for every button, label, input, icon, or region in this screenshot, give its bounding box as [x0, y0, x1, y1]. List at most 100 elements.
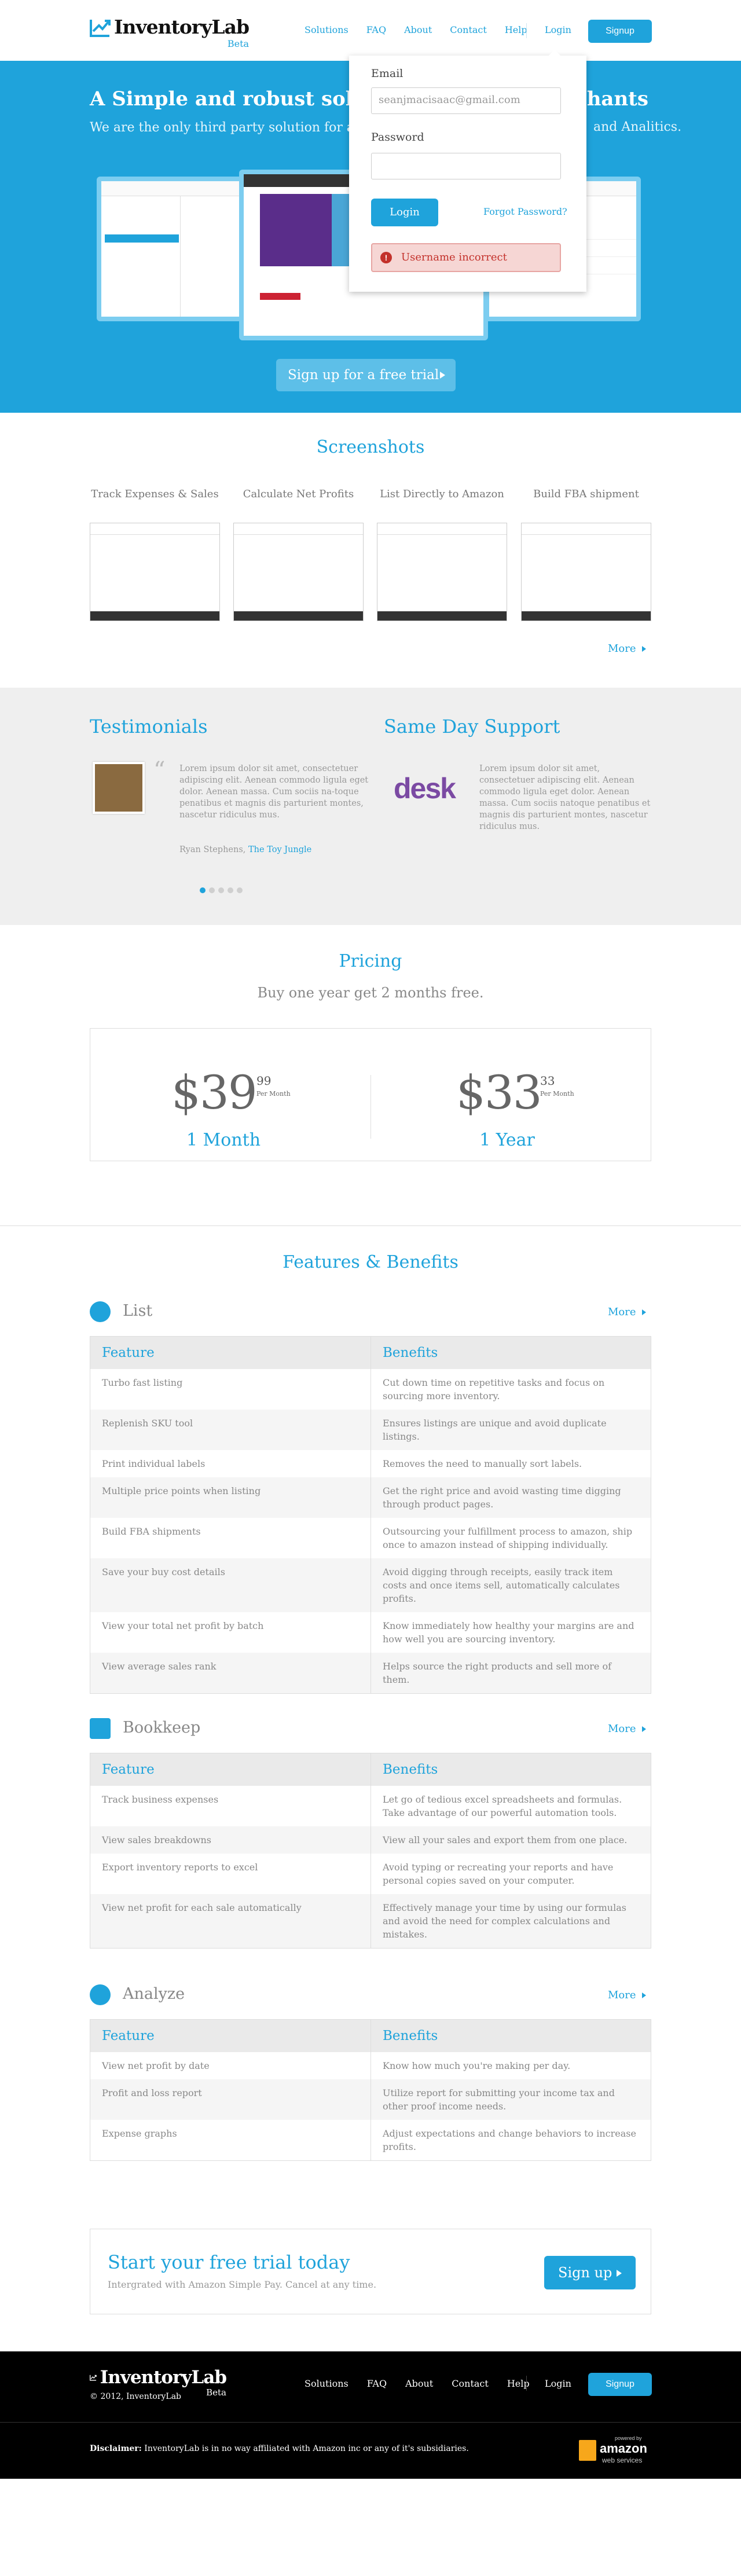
feature-cell: View sales breakdowns	[90, 1826, 371, 1854]
table-row: Export inventory reports to excel Avoid t…	[90, 1853, 651, 1894]
carousel-dot[interactable]	[218, 887, 224, 893]
pricing-box: $39 99 Per Month 1 Month $33 33 Per Mont…	[90, 1028, 651, 1161]
section-title-bookkeep: Bookkeep	[123, 1719, 201, 1737]
col-benefit: Benefits	[370, 2019, 651, 2052]
benefit-cell: Utilize report for submitting your incom…	[370, 2079, 651, 2120]
carousel-dot[interactable]	[200, 887, 206, 893]
bookkeep-feature-table: Feature Benefits Track business expenses L…	[90, 1753, 651, 1948]
aws-badge[interactable]: powered by amazon web services	[579, 2435, 652, 2465]
trial-signup-button[interactable]: Sign up	[544, 2256, 636, 2289]
analyze-more-link[interactable]: More	[608, 1989, 646, 2001]
list-feature-table: Feature Benefits Turbo fast listing Cut do…	[90, 1336, 651, 1694]
footer-nav-faq[interactable]: FAQ	[367, 2378, 387, 2389]
password-label: Password	[371, 131, 424, 144]
pricing-title: Pricing	[339, 951, 402, 971]
testimonials-section: Testimonials “ Lorem ipsum dolor sit ame…	[0, 688, 741, 925]
free-trial-box: Start your free trial today Intergrated …	[90, 2229, 651, 2314]
logo[interactable]: InventoryLab Beta	[90, 16, 250, 49]
login-link[interactable]: Login	[545, 24, 571, 35]
screenshot-thumbnail[interactable]	[90, 523, 220, 621]
forgot-password-link[interactable]: Forgot Password?	[483, 206, 567, 217]
password-field[interactable]	[371, 153, 561, 179]
dropdown-arrow	[549, 50, 560, 56]
disclaimer-label: Disclaimer:	[90, 2444, 142, 2453]
section-title-analyze: Analyze	[123, 1985, 185, 2003]
benefit-cell: Outsourcing your fulfillment process to …	[383, 1525, 633, 1550]
desk-logo: desk	[394, 772, 456, 805]
hero-sub-right: and Analitics.	[593, 120, 682, 134]
login-button[interactable]: Login	[371, 199, 438, 226]
analyze-feature-table: Feature Benefits View net profit by date K…	[90, 2019, 651, 2161]
error-text: Username incorrect	[401, 251, 507, 263]
plan-term-yearly[interactable]: 1 Year	[420, 1130, 594, 1150]
nav-help[interactable]: Help	[505, 24, 527, 35]
nav-about[interactable]: About	[404, 24, 432, 35]
carousel-dots	[200, 887, 246, 893]
footer-signup-button[interactable]: Signup	[588, 2373, 652, 2396]
footer-nav: Solutions FAQ About Contact Help	[305, 2378, 548, 2389]
col-feature: Feature	[90, 1753, 371, 1786]
screenshot-thumbnail[interactable]	[521, 523, 651, 621]
benefit-cell: Cut down time on repetitive tasks and fo…	[383, 1377, 605, 1401]
plan-term-monthly[interactable]: 1 Month	[137, 1130, 310, 1150]
carousel-dot[interactable]	[228, 887, 233, 893]
feature-cell: Export inventory reports to excel	[90, 1853, 371, 1894]
table-row: Expense graphs Adjust expectations and ch…	[90, 2119, 651, 2160]
carousel-dot[interactable]	[209, 887, 215, 893]
disclaimer: Disclaimer: InventoryLab is in no way af…	[90, 2444, 469, 2453]
beta-label: Beta	[227, 38, 250, 49]
footer-nav-solutions[interactable]: Solutions	[305, 2378, 349, 2389]
chevron-right-icon	[641, 1992, 646, 1998]
table-row: Save your buy cost details Avoid digging …	[90, 1558, 651, 1612]
bookkeep-more-link[interactable]: More	[608, 1723, 646, 1735]
feature-cell: Profit and loss report	[90, 2079, 371, 2120]
footer-nav-contact[interactable]: Contact	[452, 2378, 489, 2389]
feature-cell: Print individual labels	[90, 1450, 371, 1477]
shot-banner	[260, 194, 332, 266]
footer-divider	[0, 2422, 741, 2423]
hero-headline-left: A Simple and robust solu	[90, 87, 368, 111]
price-monthly: $39	[171, 1066, 258, 1120]
thumb-footer	[90, 611, 219, 621]
trial-signup-label: Sign up	[558, 2265, 612, 2281]
carousel-dot[interactable]	[237, 887, 243, 893]
benefit-cell: Removes the need to manually sort labels…	[383, 1458, 582, 1469]
table-row: View sales breakdowns View all your sales…	[90, 1826, 651, 1854]
benefit-cell: Ensures listings are unique and avoid du…	[370, 1409, 651, 1450]
benefit-cell: Know how much you're making per day.	[383, 2060, 571, 2071]
table-row: View net profit for each sale automatica…	[90, 1894, 651, 1948]
pricing-divider	[370, 1075, 371, 1139]
logo-text: InventoryLab	[114, 16, 250, 38]
list-more-link[interactable]: More	[608, 1306, 646, 1318]
screenshot-caption: Build FBA shipment	[533, 488, 639, 500]
benefit-cell: View all your sales and export them from…	[370, 1826, 651, 1854]
signup-button[interactable]: Signup	[588, 20, 652, 43]
nav-faq[interactable]: FAQ	[366, 24, 386, 35]
feature-cell: View your total net profit by batch	[90, 1612, 371, 1653]
footer-login-link[interactable]: Login	[545, 2378, 571, 2389]
nav-contact[interactable]: Contact	[450, 24, 487, 35]
nav-solutions[interactable]: Solutions	[305, 24, 349, 35]
list-icon	[90, 1301, 111, 1322]
screenshot-thumbnail[interactable]	[233, 523, 364, 621]
thumb-bar	[522, 523, 651, 535]
email-field[interactable]: seanjmacisaac@gmail.com	[371, 87, 561, 114]
free-trial-cta-button[interactable]: Sign up for a free trial	[276, 359, 456, 391]
footer-nav-about[interactable]: About	[405, 2378, 433, 2389]
app-screenshot-left	[97, 177, 250, 321]
testimonials-title: Testimonials	[90, 715, 208, 737]
author-company-link[interactable]: The Toy Jungle	[248, 845, 311, 854]
col-feature: Feature	[90, 2019, 371, 2052]
footer-logo[interactable]: InventoryLab Beta © 2012, InventoryLab	[90, 2368, 227, 2401]
testimonial-quote: Lorem ipsum dolor sit amet, consectetuer…	[179, 764, 369, 820]
benefit-cell: Avoid digging through receipts, easily t…	[370, 1558, 651, 1612]
feature-cell: Multiple price points when listing	[90, 1477, 371, 1518]
screenshots-more-link[interactable]: More	[608, 643, 646, 655]
chart-logo-icon	[90, 20, 111, 37]
screenshot-thumbnail[interactable]	[377, 523, 507, 621]
price-yearly: $33	[456, 1066, 542, 1120]
price-monthly-per: Per Month	[256, 1090, 291, 1098]
price-yearly-cents: 33	[540, 1074, 555, 1088]
feature-cell: Expense graphs	[90, 2119, 371, 2160]
analyze-icon	[90, 1984, 111, 2005]
